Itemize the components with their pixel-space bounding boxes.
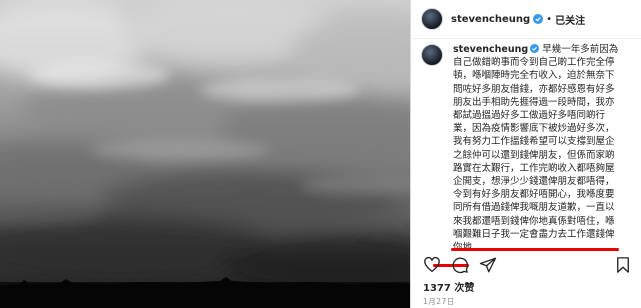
heart-icon[interactable]	[423, 256, 441, 274]
comment-icon[interactable]	[451, 256, 469, 274]
post-date[interactable]: 1月27日	[423, 296, 455, 307]
likes-count[interactable]: 1377 次赞	[423, 279, 474, 294]
caption-avatar[interactable]	[421, 44, 443, 66]
username[interactable]: stevencheung	[451, 14, 530, 25]
post-caption: stevencheung 早幾一年多前因為自己做錯啲事而令到自己啲工作完全停頓，…	[453, 43, 623, 254]
bookmark-icon[interactable]	[614, 256, 632, 274]
post-photo-stormy-clouds[interactable]	[0, 0, 410, 308]
post-header: stevencheung • 已关注	[411, 0, 641, 38]
verified-badge-icon	[533, 14, 544, 24]
avatar[interactable]	[421, 8, 443, 30]
following-button[interactable]: 已关注	[555, 12, 585, 27]
header-divider	[411, 38, 641, 39]
verified-badge-icon	[530, 44, 540, 53]
cloud-image	[0, 0, 410, 308]
post-side-panel: stevencheung • 已关注 stevencheung 早幾一年多前因為…	[410, 0, 641, 308]
share-icon[interactable]	[479, 256, 497, 274]
follow-separator: •	[546, 13, 553, 25]
post-actions	[411, 256, 641, 276]
caption-username[interactable]: stevencheung	[453, 44, 528, 55]
highlight-underline	[451, 248, 619, 251]
caption-text: 早幾一年多前因為自己做錯啲事而令到自己啲工作完全停頓，喺嗰陣時完全冇收入，迫於無…	[453, 44, 619, 253]
